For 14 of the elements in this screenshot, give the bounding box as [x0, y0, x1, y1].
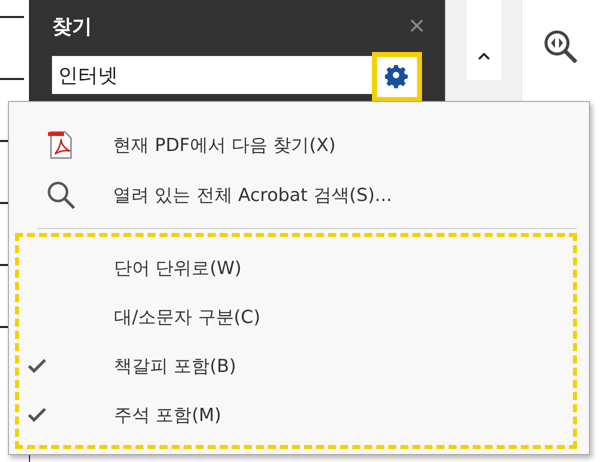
menu-option[interactable]: 주석 포함(M)	[19, 390, 573, 439]
menu-option[interactable]: 책갈피 포함(B)	[19, 341, 573, 390]
menu-option[interactable]: 단어 단위로(W)	[19, 243, 573, 292]
panel-title: 찾기	[52, 12, 92, 40]
pdf-file-icon	[48, 130, 74, 160]
menu-item[interactable]: 현재 PDF에서 다음 찾기(X)	[9, 120, 589, 170]
menu-option[interactable]: 대/소문자 구분(C)	[19, 292, 573, 341]
search-field[interactable]: 인터넷	[52, 56, 372, 94]
menu-item[interactable]: 열려 있는 전체 Acrobat 검색(S)...	[9, 170, 589, 220]
search-icon	[46, 180, 76, 210]
gear-icon	[385, 65, 409, 89]
caret-icon	[478, 52, 490, 60]
settings-button[interactable]	[372, 52, 422, 102]
close-button[interactable]: ×	[408, 12, 425, 40]
